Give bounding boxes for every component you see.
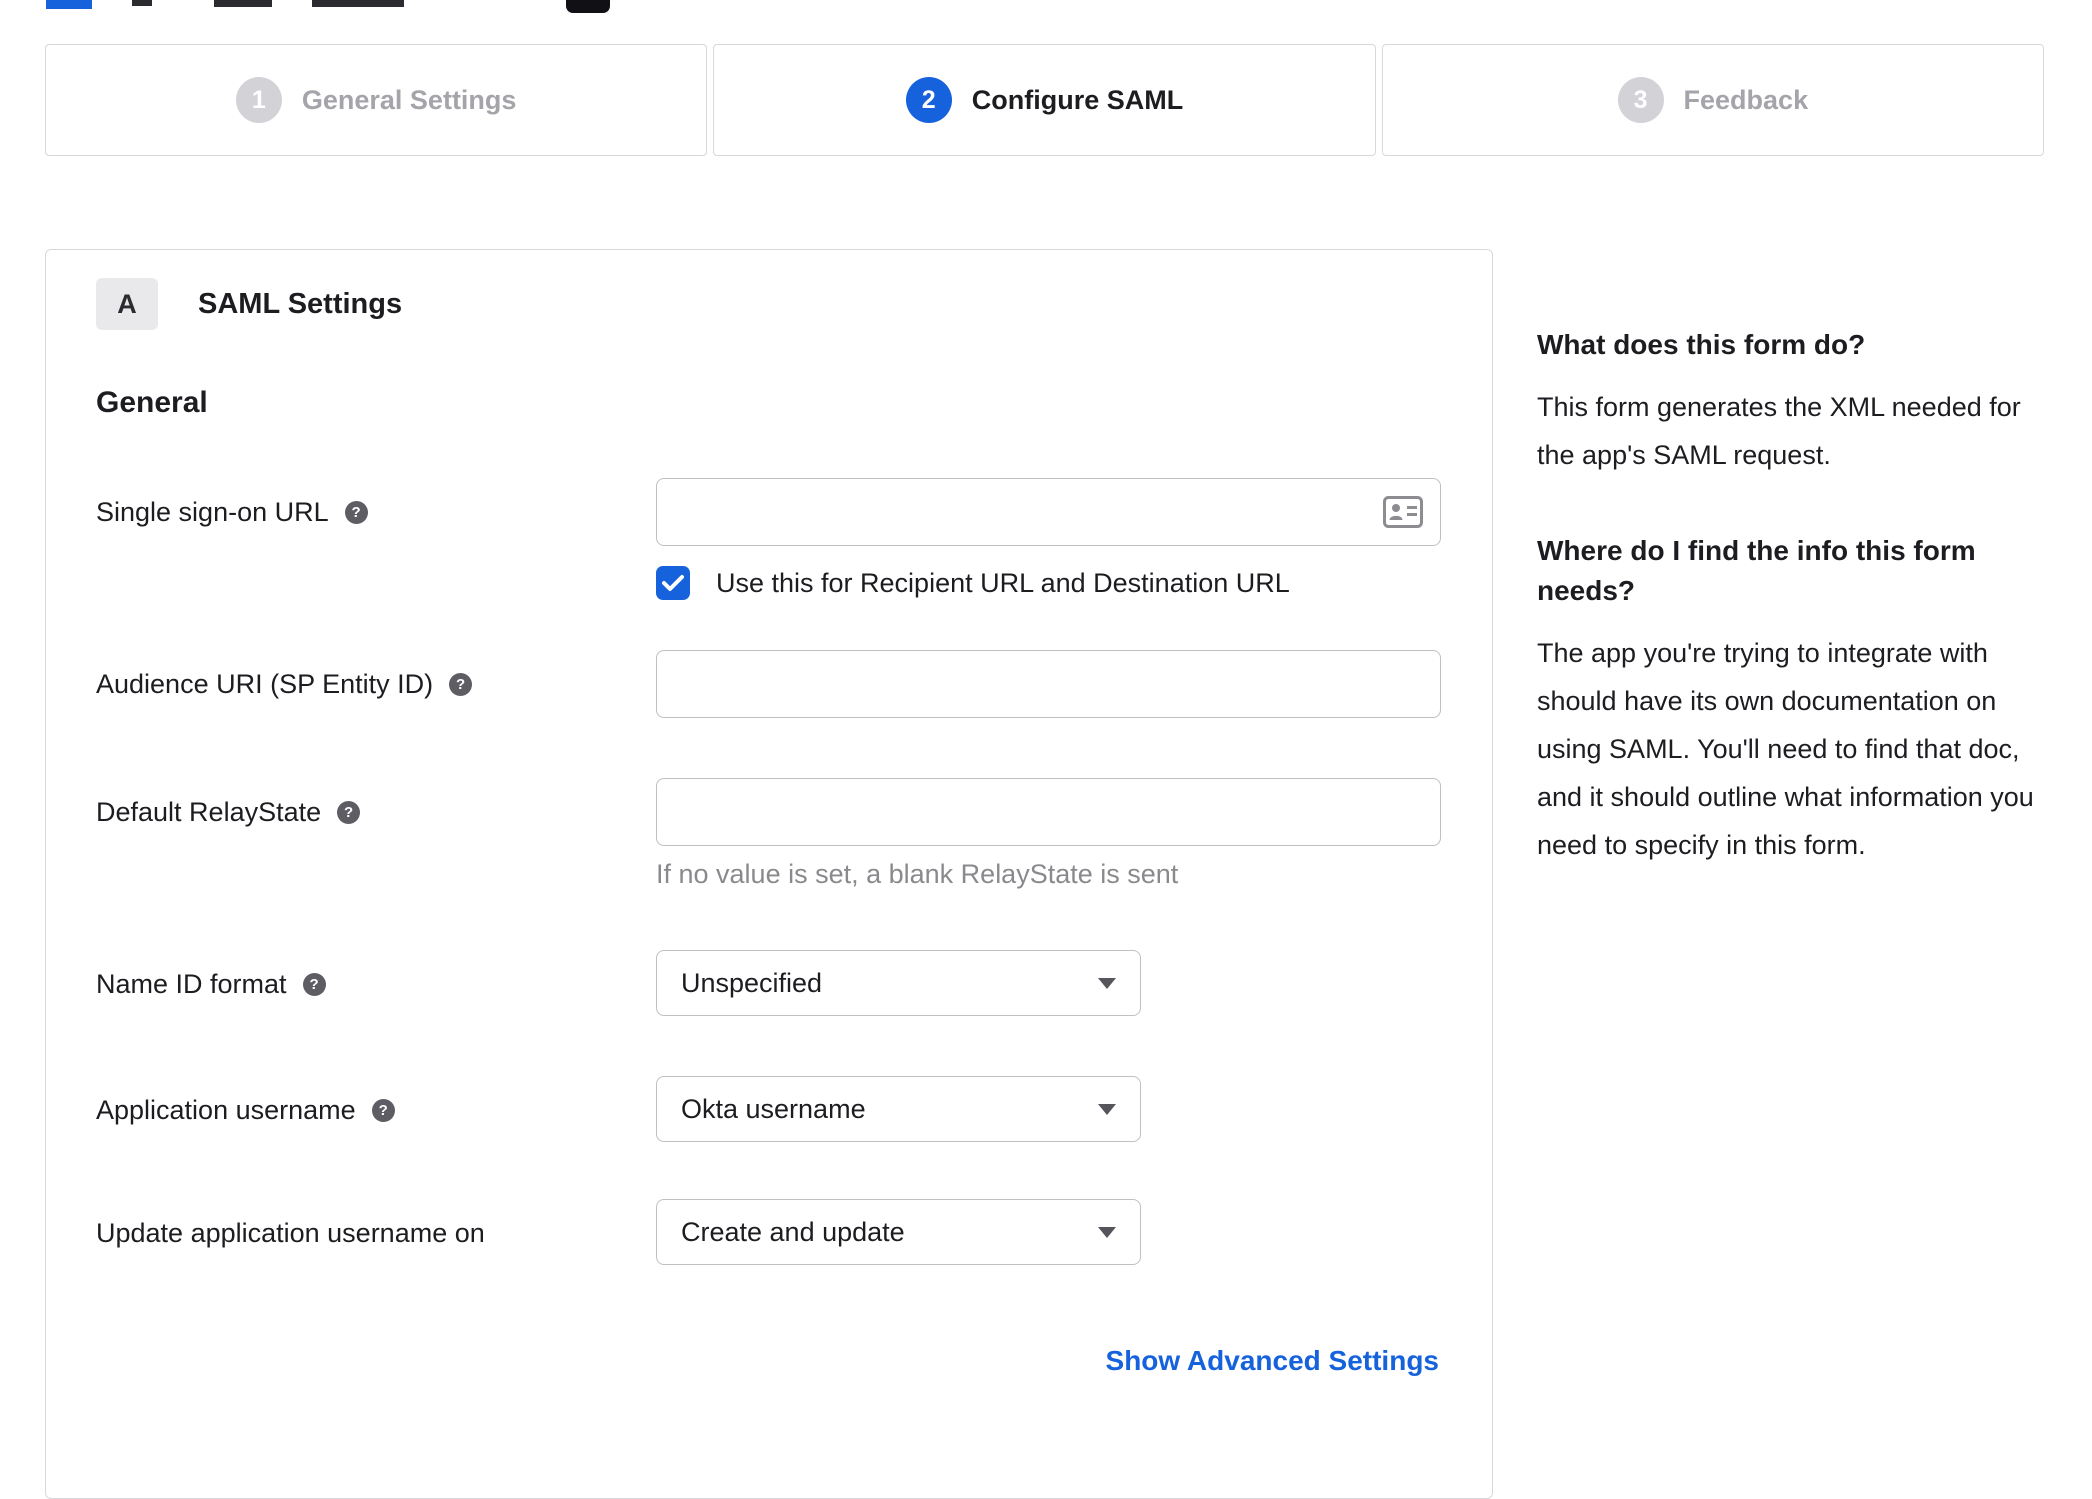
help-icon[interactable]: ? [302, 972, 326, 996]
help-sidebar: What does this form do? This form genera… [1537, 325, 2057, 921]
help-icon[interactable]: ? [371, 1098, 395, 1122]
step-number-badge: 3 [1617, 77, 1664, 123]
show-advanced-settings-link[interactable]: Show Advanced Settings [1106, 1345, 1439, 1377]
relay-state-row: Default RelayState ? If no value is set,… [96, 778, 1441, 890]
cutoff-logo-artifact [46, 0, 92, 9]
step-number-badge: 2 [905, 77, 952, 123]
sso-url-label: Single sign-on URL ? [96, 478, 656, 529]
help-icon[interactable]: ? [337, 800, 361, 824]
application-username-select[interactable]: Okta username [656, 1076, 1141, 1142]
audience-uri-input[interactable] [656, 650, 1441, 718]
caret-down-icon [1098, 977, 1116, 989]
relay-state-input[interactable] [656, 778, 1441, 846]
cutoff-title-artifact [312, 0, 404, 7]
cutoff-title-artifact [214, 0, 272, 7]
update-username-value: Create and update [681, 1216, 905, 1247]
sidebar-question-2: Where do I find the info this form needs… [1537, 535, 1976, 606]
step-feedback[interactable]: 3 Feedback [1381, 44, 2044, 156]
name-id-format-value: Unspecified [681, 967, 823, 998]
step-configure-saml[interactable]: 2 Configure SAML [713, 44, 1376, 156]
update-username-label: Update application username on [96, 1218, 485, 1248]
sso-url-input[interactable] [656, 478, 1441, 546]
name-id-format-label: Name ID format ? [96, 950, 656, 1001]
step-number-badge: 1 [235, 77, 282, 123]
help-icon[interactable]: ? [449, 672, 473, 696]
application-username-value: Okta username [681, 1093, 866, 1124]
update-username-select[interactable]: Create and update [656, 1199, 1141, 1265]
audience-uri-row: Audience URI (SP Entity ID) ? [96, 650, 1441, 718]
sso-url-row: Single sign-on URL ? Use this for Recipi… [96, 478, 1441, 600]
name-id-format-row: Name ID format ? Unspecified [96, 950, 1439, 1016]
recipient-url-checkbox[interactable] [656, 566, 690, 600]
cutoff-title-artifact [132, 0, 152, 6]
wizard-stepper: 1 General Settings 2 Configure SAML 3 Fe… [45, 44, 2044, 156]
general-section-heading: General [96, 386, 208, 419]
recipient-url-checkbox-label: Use this for Recipient URL and Destinati… [716, 567, 1290, 598]
update-username-row: Update application username on Create an… [96, 1199, 1439, 1265]
relay-state-label: Default RelayState ? [96, 778, 656, 829]
recipient-url-checkbox-row: Use this for Recipient URL and Destinati… [656, 566, 1441, 600]
step-label: Configure SAML [971, 84, 1184, 115]
sidebar-question-1: What does this form do? [1537, 329, 1866, 360]
relay-state-helper-text: If no value is set, a blank RelayState i… [656, 859, 1179, 889]
cutoff-icon-artifact [566, 0, 610, 13]
caret-down-icon [1098, 1226, 1116, 1238]
panel-header: A SAML Settings [96, 278, 1439, 330]
panel-title: SAML Settings [198, 287, 403, 320]
name-id-format-select[interactable]: Unspecified [656, 950, 1141, 1016]
help-icon[interactable]: ? [344, 500, 368, 524]
application-username-label: Application username ? [96, 1076, 656, 1127]
section-badge: A [96, 278, 158, 330]
sidebar-answer-1: This form generates the XML needed for t… [1537, 392, 2021, 470]
step-label: General Settings [301, 84, 517, 115]
saml-settings-panel: A SAML Settings General Single sign-on U… [45, 249, 1493, 1499]
step-label: Feedback [1683, 84, 1809, 115]
sidebar-answer-2: The app you're trying to integrate with … [1537, 638, 2034, 860]
contact-card-icon[interactable] [1383, 496, 1423, 528]
audience-uri-label: Audience URI (SP Entity ID) ? [96, 650, 656, 701]
step-general-settings[interactable]: 1 General Settings [45, 44, 708, 156]
application-username-row: Application username ? Okta username [96, 1076, 1439, 1142]
caret-down-icon [1098, 1103, 1116, 1115]
